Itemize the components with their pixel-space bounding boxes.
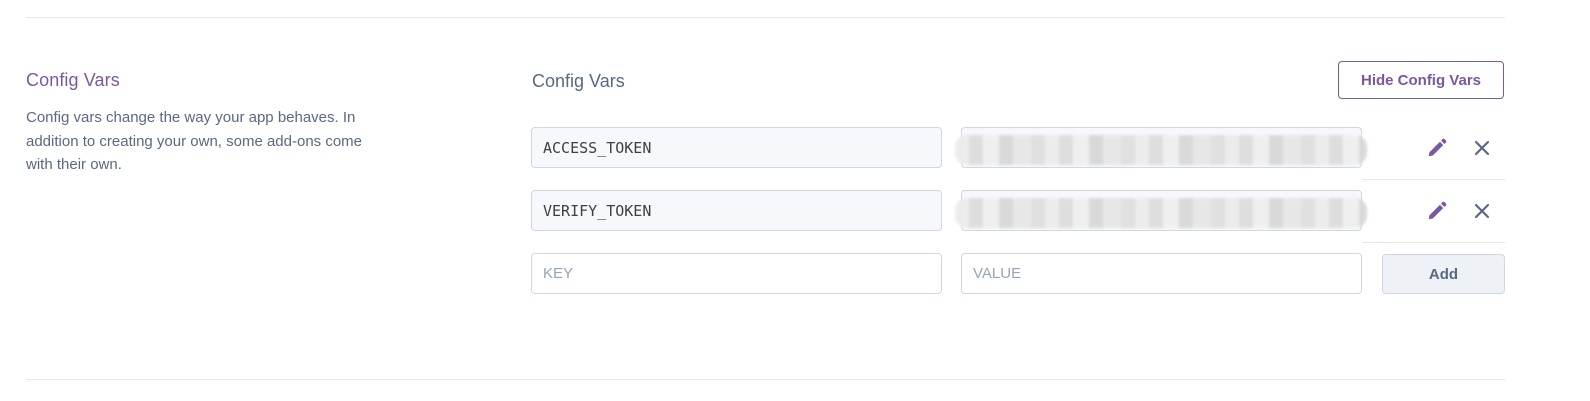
add-button[interactable]: Add	[1382, 254, 1505, 294]
config-var-key-field[interactable]: VERIFY_TOKEN	[531, 190, 942, 231]
obscured-value-blur	[955, 198, 1367, 228]
row-divider	[1362, 242, 1505, 243]
config-var-key: ACCESS_TOKEN	[543, 138, 652, 157]
obscured-value-blur	[955, 135, 1367, 165]
section-description: Config vars change the way your app beha…	[26, 109, 363, 173]
config-var-key-field[interactable]: ACCESS_TOKEN	[531, 127, 942, 168]
value-placeholder: VALUE	[973, 265, 1022, 282]
close-icon[interactable]	[1470, 199, 1494, 223]
close-icon[interactable]	[1470, 136, 1494, 160]
config-var-key: VERIFY_TOKEN	[543, 201, 652, 220]
new-value-input[interactable]: VALUE	[961, 253, 1362, 294]
top-divider	[26, 17, 1505, 18]
pencil-icon[interactable]	[1425, 199, 1449, 223]
new-key-input[interactable]: KEY	[531, 253, 942, 294]
hide-config-vars-button[interactable]: Hide Config Vars	[1338, 61, 1504, 99]
section-title: Config Vars	[26, 70, 120, 90]
key-placeholder: KEY	[543, 265, 574, 282]
pencil-icon[interactable]	[1425, 136, 1449, 160]
bottom-divider	[26, 379, 1505, 380]
row-divider	[1362, 179, 1505, 180]
panel-title: Config Vars	[532, 71, 625, 91]
